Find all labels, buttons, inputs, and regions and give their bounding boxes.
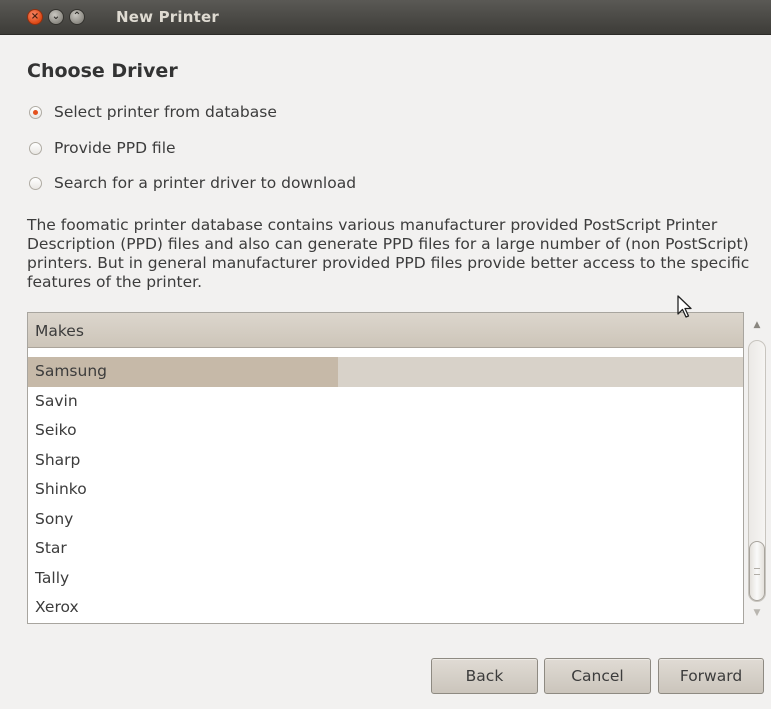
radio-provide-ppd-file[interactable]: Provide PPD file [29, 137, 176, 159]
title-bar: × ⌄ ⌃ New Printer [0, 0, 771, 35]
list-item-label: Sharp [35, 450, 81, 469]
mouse-pointer-icon [677, 295, 692, 318]
radio-label: Select printer from database [54, 103, 277, 121]
maximize-icon: ⌃ [72, 11, 82, 22]
makes-list[interactable]: Makes Samsung Savin Seiko Sharp Shinko S… [27, 312, 744, 624]
list-item[interactable]: Sony [28, 505, 743, 535]
radio-unchecked-icon[interactable] [29, 141, 42, 155]
list-item[interactable]: Shinko [28, 475, 743, 505]
list-item[interactable]: Xerox [28, 593, 743, 623]
list-item-label: Seiko [35, 421, 77, 439]
close-icon: × [30, 11, 40, 22]
list-item[interactable]: Star [28, 534, 743, 564]
list-item[interactable]: Seiko [28, 416, 743, 446]
list-item-label: Star [35, 539, 67, 557]
list-item-label: Shinko [35, 480, 87, 498]
description-text: The foomatic printer database contains v… [27, 216, 750, 291]
column-header-label: Makes [35, 322, 84, 340]
grip-icon [754, 568, 760, 575]
list-item-label: Tally [35, 568, 70, 587]
radio-label: Provide PPD file [54, 139, 176, 157]
list-item[interactable]: Savin [28, 387, 743, 417]
list-item-label: Sony [35, 509, 74, 528]
scroll-up-icon[interactable]: ▲ [750, 318, 764, 332]
minimize-window-button[interactable]: ⌄ [48, 9, 64, 25]
radio-select-from-database[interactable]: Select printer from database [29, 101, 277, 123]
list-item[interactable]: Sharp [28, 446, 743, 476]
close-window-button[interactable]: × [27, 9, 43, 25]
list-item-label: Samsung [35, 362, 107, 380]
minimize-icon: ⌄ [51, 11, 61, 22]
window-title: New Printer [116, 8, 219, 26]
makes-rows: Samsung Savin Seiko Sharp Shinko Sony St… [28, 357, 743, 623]
page-title: Choose Driver [27, 60, 178, 82]
list-item[interactable]: Samsung [28, 357, 743, 387]
radio-checked-icon[interactable] [29, 105, 42, 119]
maximize-window-button[interactable]: ⌃ [69, 9, 85, 25]
radio-label: Search for a printer driver to download [54, 174, 357, 192]
cancel-button[interactable]: Cancel [544, 658, 651, 694]
radio-search-driver-download[interactable]: Search for a printer driver to download [29, 172, 356, 194]
makes-list-scrollbar[interactable]: ▲ ▼ [746, 312, 768, 624]
list-item[interactable]: Tally [28, 564, 743, 594]
back-button[interactable]: Back [431, 658, 538, 694]
makes-column-header[interactable]: Makes [28, 313, 743, 348]
scroll-down-icon[interactable]: ▼ [750, 606, 764, 620]
scroll-thumb[interactable] [749, 541, 765, 601]
radio-unchecked-icon[interactable] [29, 176, 42, 190]
list-item-label: Savin [35, 391, 78, 410]
list-item-label: Xerox [35, 598, 79, 616]
forward-button[interactable]: Forward [658, 658, 764, 694]
